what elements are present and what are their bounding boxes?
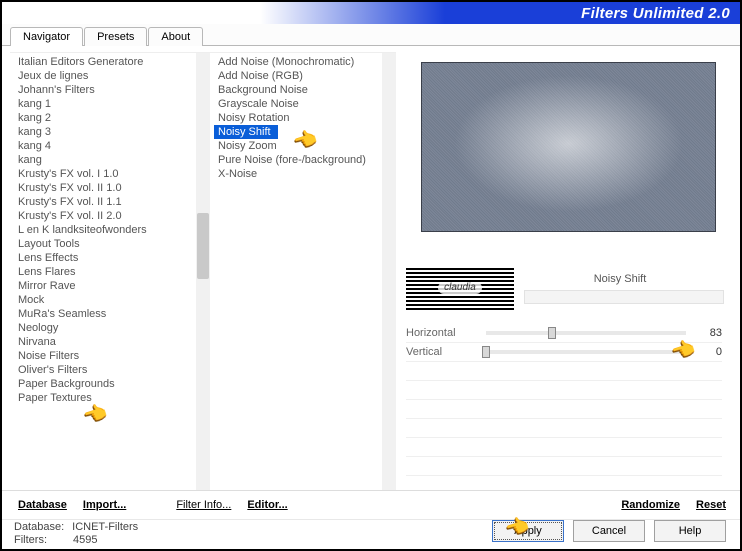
btn-editor[interactable]: Editor... [241,497,293,513]
btn-import[interactable]: Import... [77,497,132,513]
category-item[interactable]: Noise Filters [16,349,210,363]
effect-preview [421,62,716,232]
category-item[interactable]: Layout Tools [16,237,210,251]
app-title: Filters Unlimited 2.0 [581,5,730,22]
status-database-value: ICNET-Filters [72,521,138,533]
slider-horizontal[interactable] [486,331,686,335]
filter-name-bar [524,290,724,304]
btn-filter-info[interactable]: Filter Info... [170,497,237,513]
category-item[interactable]: Krusty's FX vol. II 1.1 [16,195,210,209]
category-item[interactable]: kang 3 [16,125,210,139]
filter-list-container: Add Noise (Monochromatic)Add Noise (RGB)… [210,52,396,490]
category-item[interactable]: MuRa's Seamless [16,307,210,321]
filter-item[interactable]: Add Noise (RGB) [216,69,396,83]
help-button[interactable]: Help [654,520,726,542]
tab-presets[interactable]: Presets [84,27,147,46]
category-item[interactable]: Lens Effects [16,251,210,265]
category-item[interactable]: Krusty's FX vol. I 1.0 [16,167,210,181]
btn-randomize[interactable]: Randomize [615,497,686,513]
category-item[interactable]: Italian Editors Generatore [16,55,210,69]
category-item[interactable]: L en K landksiteofwonders [16,223,210,237]
slider-vertical-thumb[interactable] [482,346,490,358]
filter-item[interactable]: Add Noise (Monochromatic) [216,55,396,69]
status-filters-label: Filters: [14,534,47,546]
category-item[interactable]: Johann's Filters [16,83,210,97]
category-item[interactable]: Paper Backgrounds [16,377,210,391]
titlebar: Filters Unlimited 2.0 [2,2,740,24]
status-filters-value: 4595 [73,534,97,546]
param-horizontal-value: 83 [696,327,722,339]
filter-item[interactable]: Noisy Zoom [216,139,396,153]
param-vertical: Vertical 0 [406,343,722,362]
parameters: Horizontal 83 Vertical 0 [406,324,722,476]
btn-database[interactable]: Database [12,497,73,513]
tabs-row: Navigator Presets About [2,24,740,46]
category-item[interactable]: Mirror Rave [16,279,210,293]
filter-scrollbar[interactable] [382,53,396,490]
status-database-label: Database: [14,521,64,533]
filter-item[interactable]: X-Noise [216,167,396,181]
filter-item[interactable]: Noisy Rotation [216,111,396,125]
category-item[interactable]: Paper Textures [16,391,210,405]
category-item[interactable]: kang 1 [16,97,210,111]
category-item[interactable]: kang 2 [16,111,210,125]
category-item[interactable]: Neology [16,321,210,335]
tab-navigator[interactable]: Navigator [10,27,83,46]
category-list-container: Italian Editors GeneratoreJeux de lignes… [10,52,210,490]
param-horizontal: Horizontal 83 [406,324,722,343]
category-scrollbar[interactable] [196,53,210,490]
category-item[interactable]: Krusty's FX vol. II 1.0 [16,181,210,195]
category-scrollbar-thumb[interactable] [197,213,209,279]
category-item[interactable]: kang 4 [16,139,210,153]
category-item[interactable]: Nirvana [16,335,210,349]
category-item[interactable]: Jeux de lignes [16,69,210,83]
tab-about[interactable]: About [148,27,203,46]
filter-item[interactable]: Noisy Shift [214,125,278,139]
category-item[interactable]: Oliver's Filters [16,363,210,377]
slider-horizontal-thumb[interactable] [548,327,556,339]
category-item[interactable]: kang [16,153,210,167]
filter-item[interactable]: Grayscale Noise [216,97,396,111]
btn-reset[interactable]: Reset [690,497,732,513]
author-badge: claudia [438,282,482,294]
cancel-button[interactable]: Cancel [573,520,645,542]
param-vertical-value: 0 [696,346,722,358]
current-filter-name: Noisy Shift [514,273,726,285]
slider-vertical[interactable] [486,350,686,354]
toolbar-row: Database Import... Filter Info... Editor… [2,490,740,519]
apply-button[interactable]: Apply [492,520,564,542]
author-stamp: claudia [406,266,514,310]
filter-item[interactable]: Pure Noise (fore-/background) [216,153,396,167]
category-item[interactable]: Mock [16,293,210,307]
category-item[interactable]: Krusty's FX vol. II 2.0 [16,209,210,223]
category-item[interactable]: Lens Flares [16,265,210,279]
filter-item[interactable]: Background Noise [216,83,396,97]
